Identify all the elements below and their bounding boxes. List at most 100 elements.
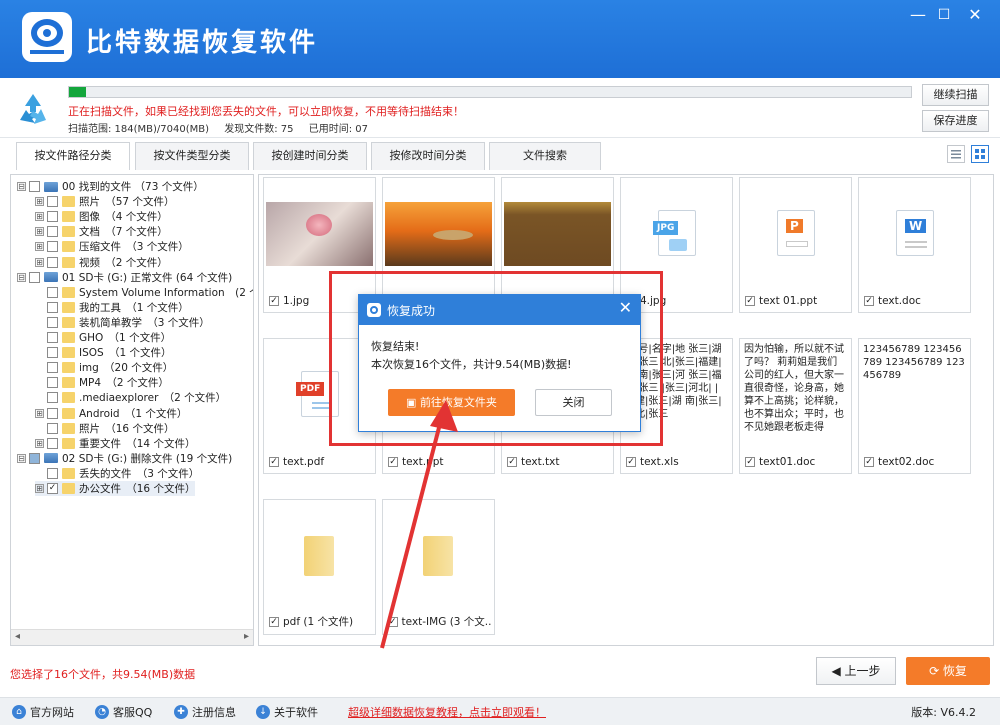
maximize-button[interactable]: ☐: [931, 4, 957, 26]
tree-expander-icon[interactable]: ⊞: [35, 227, 44, 237]
tree-item[interactable]: ⊞ ✓ 办公文件 （16 个文件）: [35, 481, 196, 496]
file-card-label: ✓ text.xls: [626, 456, 730, 468]
recover-button[interactable]: ⟳ 恢复: [906, 657, 990, 685]
file-card[interactable]: ✓ pdf (1 个文件): [263, 499, 376, 635]
tree-item[interactable]: GHO （1 个文件）: [35, 330, 171, 345]
tree-checkbox[interactable]: [47, 362, 58, 374]
dialog-close-icon[interactable]: ✕: [619, 298, 632, 317]
file-checkbox[interactable]: ✓: [269, 296, 279, 306]
official-site-link[interactable]: ⌂ 官方网站: [12, 704, 74, 720]
tree-checkbox[interactable]: [47, 332, 58, 343]
tree-item[interactable]: ⊞ 重要文件 （14 个文件）: [35, 436, 195, 451]
tree-checkbox[interactable]: [29, 181, 40, 192]
tree-checkbox[interactable]: [47, 196, 58, 208]
tree-checkbox[interactable]: [47, 211, 58, 223]
folder-icon: [62, 347, 75, 359]
file-checkbox[interactable]: ✓: [864, 457, 874, 467]
file-checkbox[interactable]: ✓: [864, 296, 874, 306]
tree-expander-icon[interactable]: ⊞: [35, 257, 44, 267]
tab-by-modified[interactable]: 按修改时间分类: [371, 142, 485, 170]
tree-item[interactable]: ⊟ 00 找到的文件 （73 个文件）: [17, 179, 204, 194]
tree-expander-icon[interactable]: ⊞: [35, 484, 44, 493]
tree-item[interactable]: .mediaexplorer （2 个文件）: [35, 390, 226, 405]
list-view-icon[interactable]: [947, 145, 965, 163]
about-link[interactable]: ↓ 关于软件: [256, 704, 318, 720]
file-checkbox[interactable]: ✓: [745, 296, 755, 306]
tree-checkbox[interactable]: [47, 407, 58, 419]
file-checkbox[interactable]: ✓: [507, 457, 517, 467]
support-qq-link[interactable]: ◔ 客服QQ: [95, 704, 152, 720]
tree-expander-icon[interactable]: ⊟: [17, 272, 26, 282]
file-card[interactable]: ✓: [382, 177, 495, 313]
file-card[interactable]: W ✓ text.doc: [858, 177, 971, 313]
tree-item[interactable]: ⊞ 压缩文件 （3 个文件）: [35, 239, 189, 254]
tab-by-created[interactable]: 按创建时间分类: [253, 142, 367, 170]
file-card[interactable]: 123456789 123456789 123456789 123456789 ✓…: [858, 338, 971, 474]
tree-item[interactable]: MP4 （2 个文件）: [35, 375, 169, 390]
file-checkbox[interactable]: ✓: [388, 457, 398, 467]
file-card[interactable]: ✓ 1.jpg: [263, 177, 376, 313]
tree-expander-icon[interactable]: ⊞: [35, 212, 44, 222]
tree-item[interactable]: 丢失的文件 （3 个文件）: [35, 466, 199, 481]
tree-expander-icon[interactable]: ⊟: [17, 453, 26, 463]
tutorial-link[interactable]: 超级详细数据恢复教程，点击立即观看！: [348, 704, 546, 720]
file-card[interactable]: P ✓ text 01.ppt: [739, 177, 852, 313]
folder-icon: [62, 256, 75, 268]
tree-checkbox[interactable]: [47, 392, 58, 404]
file-card[interactable]: JPG ✓4.jpg: [620, 177, 733, 313]
close-button[interactable]: ✕: [962, 4, 988, 26]
tree-checkbox[interactable]: [47, 286, 58, 298]
tree-item[interactable]: ⊟ 02 SD卡 (G:) 删除文件 (19 个文件): [17, 451, 232, 466]
dialog-close-button[interactable]: 关闭: [535, 389, 612, 416]
tree-checkbox[interactable]: [47, 241, 58, 253]
tree-item[interactable]: 装机简单教学 （3 个文件）: [35, 315, 210, 330]
tree-checkbox[interactable]: [47, 256, 58, 268]
tab-by-type[interactable]: 按文件类型分类: [135, 142, 249, 170]
tree-checkbox[interactable]: [29, 452, 40, 464]
tree-item[interactable]: ⊟ 01 SD卡 (G:) 正常文件 (64 个文件): [17, 270, 232, 285]
continue-scan-button[interactable]: 继续扫描: [922, 84, 989, 106]
tree-checkbox[interactable]: [47, 226, 58, 238]
file-checkbox[interactable]: ✓: [626, 457, 636, 467]
file-card[interactable]: ✓: [501, 177, 614, 313]
minimize-button[interactable]: —: [905, 4, 931, 26]
back-button[interactable]: ◀ 上一步: [816, 657, 896, 685]
file-checkbox[interactable]: ✓: [388, 616, 398, 627]
file-card[interactable]: ✓ text-IMG (3 个文...: [382, 499, 495, 635]
save-progress-button[interactable]: 保存进度: [922, 110, 989, 132]
tab-file-search[interactable]: 文件搜索: [489, 142, 601, 170]
tree-item[interactable]: ⊞ 文档 （7 个文件）: [35, 224, 168, 239]
file-checkbox[interactable]: ✓: [269, 457, 279, 467]
tree-checkbox[interactable]: [47, 437, 58, 449]
tree-horizontal-scrollbar[interactable]: ◂ ▸: [11, 629, 253, 645]
grid-view-icon[interactable]: [971, 145, 989, 163]
tree-expander-icon[interactable]: ⊞: [35, 408, 44, 418]
tree-checkbox[interactable]: [47, 301, 58, 313]
tree-checkbox[interactable]: [47, 347, 58, 359]
file-checkbox[interactable]: ✓: [269, 616, 279, 627]
open-recovery-folder-button[interactable]: ▣ 前往恢复文件夹: [388, 389, 515, 416]
tree-item[interactable]: ⊞ 照片 （57 个文件）: [35, 194, 174, 209]
tree-item[interactable]: 照片 （16 个文件）: [35, 421, 174, 436]
tree-item[interactable]: ⊞ 图像 （4 个文件）: [35, 209, 168, 224]
tab-by-path[interactable]: 按文件路径分类: [16, 142, 130, 170]
tree-checkbox[interactable]: ✓: [47, 483, 58, 494]
tree-item[interactable]: ⊞ 视频 （2 个文件）: [35, 255, 168, 270]
tree-item[interactable]: img （20 个文件）: [35, 360, 173, 375]
file-checkbox[interactable]: ✓: [745, 457, 755, 467]
tree-expander-icon[interactable]: ⊞: [35, 242, 44, 252]
tree-checkbox[interactable]: [29, 271, 40, 283]
tree-item[interactable]: ⊞ Android （1 个文件）: [35, 406, 187, 421]
tree-item[interactable]: 我的工具 （1 个文件）: [35, 300, 189, 315]
tree-item[interactable]: System Volume Information (2 个文: [35, 285, 253, 300]
registration-link[interactable]: ✚ 注册信息: [174, 704, 236, 720]
tree-expander-icon[interactable]: ⊟: [17, 182, 26, 191]
file-card[interactable]: 因为怕输，所以就不试了吗？ 莉莉姐是我们公司的红人，但大家一直很奇怪，论身高，她…: [739, 338, 852, 474]
tree-checkbox[interactable]: [47, 467, 58, 479]
tree-checkbox[interactable]: [47, 316, 58, 328]
tree-item[interactable]: ISOS （1 个文件）: [35, 345, 171, 360]
tree-checkbox[interactable]: [47, 377, 58, 389]
tree-checkbox[interactable]: [47, 422, 58, 434]
tree-expander-icon[interactable]: ⊞: [35, 197, 44, 207]
tree-expander-icon[interactable]: ⊞: [35, 438, 44, 448]
